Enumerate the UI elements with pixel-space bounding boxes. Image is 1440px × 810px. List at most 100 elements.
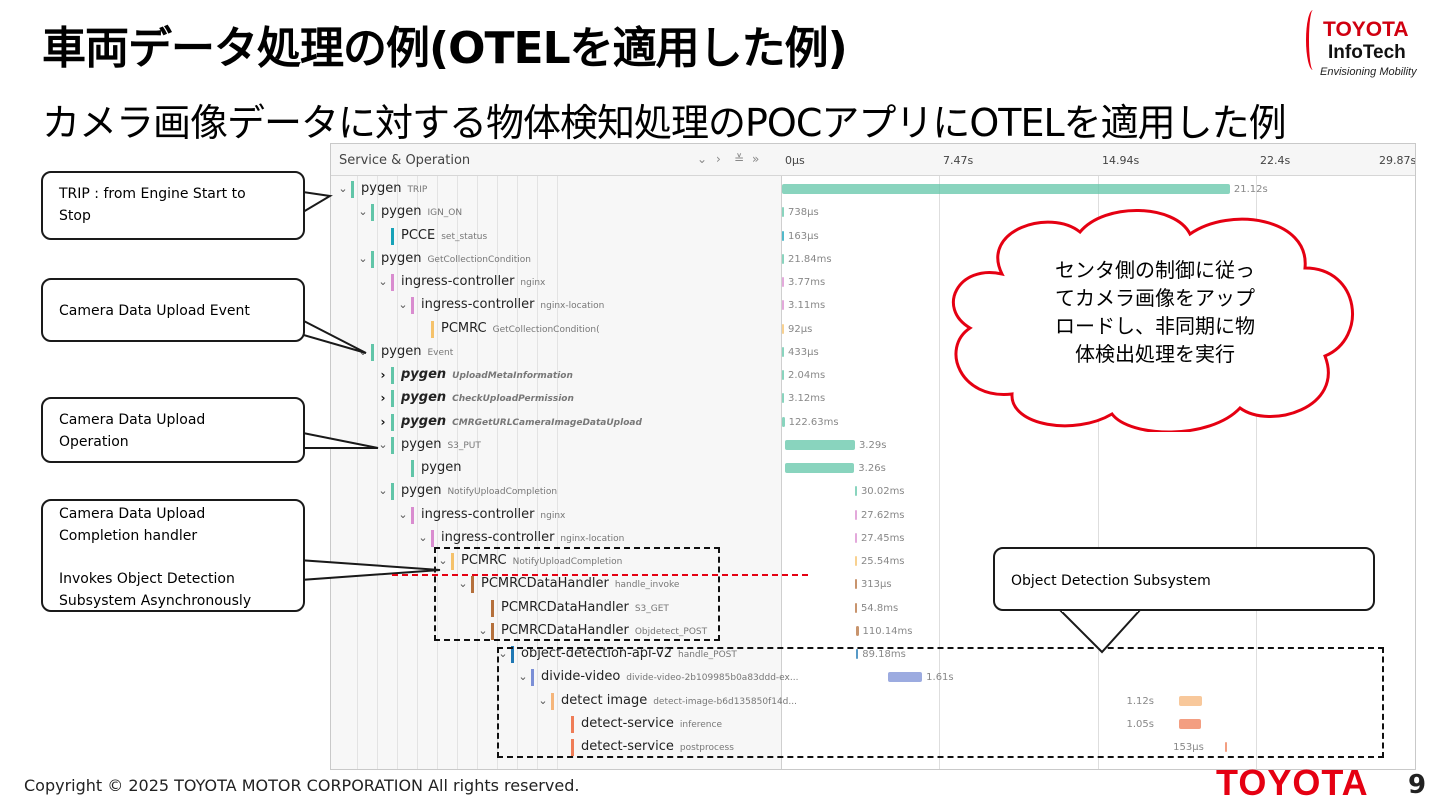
cloud-text-line1: センタ側の制御に従っ	[1055, 258, 1255, 282]
service-label: PCCE	[401, 227, 436, 243]
service-color-marker	[351, 181, 354, 198]
callout-completion-line4: Subsystem Asynchronously	[59, 593, 252, 609]
span-bar[interactable]	[782, 207, 784, 218]
span-bar[interactable]	[782, 323, 784, 334]
service-color-marker	[411, 506, 414, 524]
expand-chevron-icon[interactable]: ›	[377, 391, 389, 405]
collapse-chevron-icon[interactable]: ⌄	[397, 298, 409, 311]
service-color-marker	[431, 320, 434, 338]
service-label: pygen	[381, 250, 422, 266]
span-bar[interactable]	[854, 486, 857, 497]
expand-one-icon[interactable]: ›	[716, 152, 721, 166]
service-label: ingress-controller	[421, 506, 535, 522]
span-bar[interactable]	[854, 556, 857, 566]
service-color-marker	[391, 274, 394, 291]
trip-pointer	[302, 190, 333, 214]
span-duration: 122.63ms	[788, 416, 839, 428]
tick-label: 22.4s	[1260, 154, 1291, 167]
service-label: pygen	[361, 181, 402, 196]
service-name: pygen	[421, 460, 467, 475]
pcmrc-highlight-box	[434, 547, 720, 641]
service-color-marker	[391, 390, 394, 408]
trace-row[interactable]: pygen 3.26s	[331, 457, 1415, 480]
service-name: pygen IGN_ON	[381, 204, 462, 219]
span-bar[interactable]	[782, 230, 784, 241]
service-color-marker	[431, 529, 434, 547]
span-bar[interactable]	[854, 532, 857, 543]
span-bar[interactable]	[782, 370, 784, 380]
service-color-marker	[391, 413, 394, 431]
collapse-chevron-icon[interactable]: ⌄	[377, 275, 389, 288]
logo-line2: InfoTech	[1328, 42, 1406, 63]
expand-chevron-icon[interactable]: ›	[377, 368, 389, 382]
service-name: pygen TRIP	[361, 181, 427, 196]
span-bar[interactable]	[785, 463, 855, 473]
service-label: pygen	[381, 343, 422, 359]
span-duration: 25.54ms	[860, 556, 905, 567]
span-bar[interactable]	[785, 439, 855, 450]
span-duration: 27.45ms	[860, 532, 905, 544]
span-duration: 433μs	[788, 346, 819, 358]
logo-tagline: Envisioning Mobility	[1320, 66, 1417, 78]
operation-name: GetCollectionCondition	[427, 254, 531, 265]
span-bar[interactable]	[782, 300, 784, 311]
service-color-marker	[371, 204, 374, 222]
page-number: 9	[1408, 770, 1427, 800]
operation-name: UploadMetaInformation	[452, 371, 573, 381]
collapse-chevron-icon[interactable]: ⌄	[357, 345, 369, 358]
span-bar[interactable]	[782, 346, 784, 357]
collapse-chevron-icon[interactable]: ⌄	[397, 508, 409, 521]
trace-row[interactable]: ⌄ pygen S3_PUT 3.29s	[331, 434, 1415, 457]
service-label: pygen	[401, 390, 447, 406]
collapse-chevron-icon[interactable]: ⌄	[417, 531, 429, 544]
service-label: pygen	[401, 436, 442, 452]
callout-upload-event-text: Camera Data Upload Event	[59, 303, 250, 319]
service-label: pygen	[401, 367, 447, 382]
operation-name: set_status	[441, 231, 488, 242]
span-duration: 30.02ms	[860, 486, 905, 498]
cloud-text-line2: てカメラ画像をアップ	[1055, 286, 1255, 310]
service-name: ingress-controller nginx-location	[421, 297, 604, 312]
cloud-text-line4: 体検出処理を実行	[1075, 342, 1235, 366]
collapse-chevron-icon[interactable]: ⌄	[377, 484, 389, 497]
service-color-marker	[411, 460, 414, 477]
span-bar[interactable]	[854, 509, 857, 520]
operation-name: TRIP	[407, 185, 428, 195]
span-bar[interactable]	[782, 184, 1230, 194]
operation-name: Event	[427, 347, 454, 358]
collapse-chevron-icon[interactable]: ⌄	[337, 182, 349, 195]
collapse-all-icon[interactable]: ≚	[734, 152, 744, 166]
operation-name: nginx-location	[540, 301, 605, 312]
cloud-text: センタ側の制御に従っ てカメラ画像をアップ ロードし、非同期に物 体検出処理を実…	[1010, 256, 1300, 368]
service-name: pygen CheckUploadPermission	[401, 390, 574, 405]
operation-name: nginx-location	[560, 533, 625, 544]
callout-upload-operation-text: Camera Data Upload Operation	[59, 412, 206, 450]
service-name: pygen UploadMetaInformation	[401, 367, 573, 382]
service-name: pygen Event	[381, 344, 453, 359]
callout-completion-line1: Camera Data Upload	[59, 506, 206, 522]
service-name: ingress-controller nginx-location	[441, 530, 624, 545]
span-bar[interactable]	[782, 253, 784, 264]
trace-row[interactable]: ⌄ pygen NotifyUploadCompletion 30.02ms	[331, 480, 1415, 503]
span-bar[interactable]	[854, 602, 857, 613]
service-name: pygen S3_PUT	[401, 437, 481, 452]
collapse-chevron-icon[interactable]: ⌄	[377, 438, 389, 451]
span-bar[interactable]	[854, 579, 857, 590]
collapse-chevron-icon[interactable]: ⌄	[357, 205, 369, 218]
callout-object-detection-text: Object Detection Subsystem	[1011, 573, 1211, 589]
span-bar[interactable]	[856, 625, 859, 636]
span-duration: 313μs	[860, 579, 892, 591]
span-duration: 110.14ms	[862, 625, 913, 637]
service-color-marker	[411, 297, 414, 315]
trace-row[interactable]: ⌄ ingress-controller nginx 27.62ms	[331, 504, 1415, 527]
expand-chevron-icon[interactable]: ›	[377, 415, 389, 429]
operation-name: S3_PUT	[447, 440, 481, 451]
service-label: ingress-controller	[441, 529, 555, 545]
span-bar[interactable]	[782, 277, 784, 287]
expand-all-icon[interactable]: »	[752, 152, 759, 166]
trace-row[interactable]: ⌄ pygen TRIP 21.12s	[331, 178, 1415, 201]
span-bar[interactable]	[782, 416, 785, 427]
collapse-one-icon[interactable]: ⌄	[697, 152, 707, 166]
collapse-chevron-icon[interactable]: ⌄	[357, 252, 369, 265]
span-bar[interactable]	[782, 393, 784, 404]
